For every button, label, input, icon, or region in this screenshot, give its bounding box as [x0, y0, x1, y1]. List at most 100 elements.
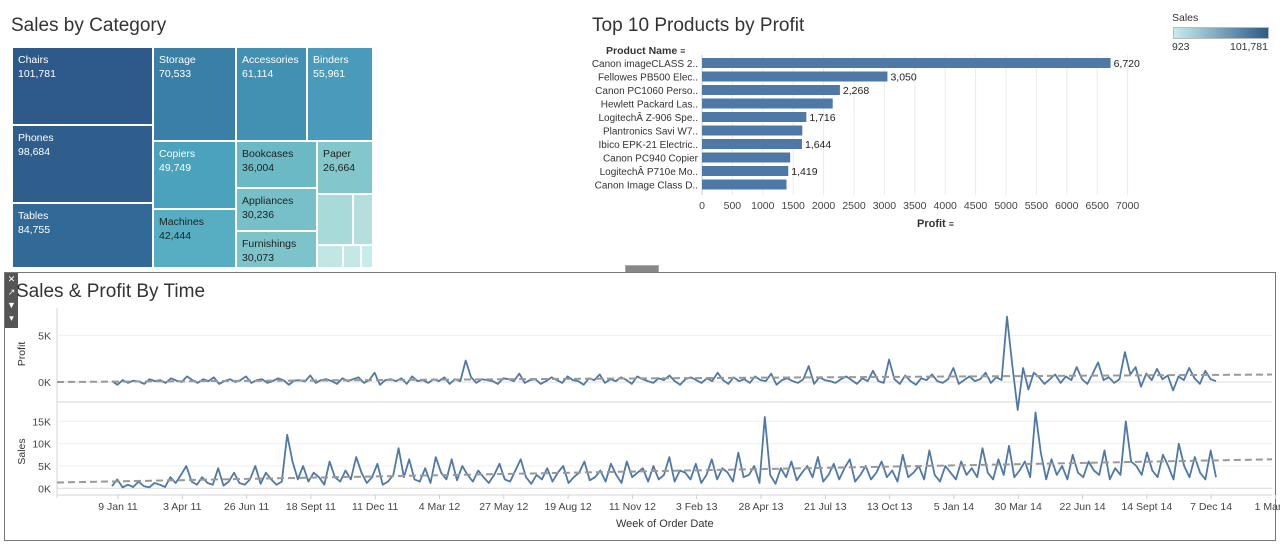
bar-data-label: 1,419 — [791, 166, 817, 178]
treemap-cell-value: 55,961 — [313, 68, 346, 80]
treemap-cell-appliances[interactable]: Appliances 30,236 — [236, 188, 317, 231]
legend-min: 923 — [1172, 41, 1190, 53]
treemap-cell-value: 26,664 — [323, 162, 356, 174]
bar-chart-title: Top 10 Products by Profit — [592, 15, 805, 36]
treemap-cell-storage[interactable]: Storage 70,533 — [153, 47, 236, 141]
bar-x-tick: 6000 — [1055, 200, 1079, 212]
bar-category-label[interactable]: Fellowes PB500 Elec.. — [598, 73, 698, 84]
treemap-cell-phones[interactable]: Phones 98,684 — [12, 125, 153, 203]
bar[interactable] — [702, 179, 787, 190]
treemap-cell-tables[interactable]: Tables 84,755 — [12, 203, 153, 268]
treemap-cell-label: Storage — [159, 54, 196, 66]
bar[interactable] — [702, 85, 840, 95]
bar-x-tick: 4500 — [964, 200, 988, 212]
treemap-cell-bookcases[interactable]: Bookcases 36,004 — [236, 141, 317, 188]
bar-x-tick: 2500 — [842, 200, 866, 212]
treemap-cell-label: Bookcases — [242, 148, 294, 160]
bar-category-label[interactable]: Ibico EPK-21 Electric.. — [599, 140, 698, 151]
treemap-cell-small[interactable] — [343, 245, 361, 268]
treemap-cell-chairs[interactable]: Chairs 101,781 — [12, 47, 153, 125]
time-x-tick: 7 Dec 14 — [1190, 501, 1232, 513]
bar-x-tick: 1000 — [751, 200, 775, 212]
bar-x-tick: 500 — [724, 200, 742, 212]
bar-category-label[interactable]: LogitechÂ Z-906 Spe.. — [598, 111, 698, 124]
bar[interactable] — [702, 125, 803, 136]
bar[interactable] — [702, 58, 1111, 68]
bar-data-label: 1,716 — [809, 112, 835, 124]
time-x-tick: 14 Sept 14 — [1121, 501, 1172, 513]
treemap-cell-paper[interactable]: Paper 26,664 — [317, 141, 373, 194]
bar-data-label: 1,644 — [805, 139, 831, 151]
treemap-cell-value: 42,444 — [159, 230, 192, 242]
time-x-tick: 19 Aug 12 — [544, 501, 591, 513]
treemap-cell-small[interactable] — [353, 194, 373, 245]
treemap-cell-label: Machines — [159, 216, 204, 228]
treemap-cell-small[interactable] — [361, 245, 373, 268]
treemap[interactable]: Chairs 101,781 Phones 98,684 Tables 84,755 Sto… — [12, 47, 373, 268]
treemap-cell-value: 70,533 — [159, 68, 192, 80]
bar-category-label[interactable]: Plantronics Savi W7.. — [603, 127, 698, 138]
bar-x-tick: 2000 — [812, 200, 836, 212]
bar[interactable] — [702, 166, 789, 176]
bar-x-tick: 7000 — [1116, 200, 1140, 212]
legend-max: 101,781 — [1230, 41, 1268, 53]
bar-x-tick: 6500 — [1086, 200, 1110, 212]
treemap-cell-label: Accessories — [242, 54, 299, 66]
treemap-cell-value: 61,114 — [242, 68, 274, 80]
bar-chart: Canon imageCLASS 2.. 6,720 Fellowes PB500 … — [592, 55, 1140, 212]
treemap-cell-accessories[interactable]: Accessories 61,114 — [236, 47, 307, 141]
bar-x-tick: 0 — [699, 200, 705, 212]
time-x-tick: 11 Dec 11 — [352, 501, 398, 513]
time-x-tick: 27 May 12 — [479, 501, 528, 513]
treemap-cell-binders[interactable]: Binders 55,961 — [307, 47, 373, 141]
time-x-tick: 11 Nov 12 — [609, 501, 656, 513]
treemap-cell-label: Copiers — [159, 148, 196, 160]
treemap-cell-value: 30,073 — [242, 252, 275, 264]
bar-x-axis-title[interactable]: Profit ≡ — [917, 218, 954, 230]
treemap-cell-label: Binders — [313, 54, 349, 66]
bar-category-label[interactable]: Canon PC1060 Perso.. — [595, 86, 698, 97]
treemap-cell-copiers[interactable]: Copiers 49,749 — [153, 141, 236, 209]
treemap-cell-label: Paper — [323, 148, 352, 160]
treemap-cell-small[interactable] — [317, 245, 343, 268]
treemap-title: Sales by Category — [11, 15, 167, 36]
bar-category-label[interactable]: Canon imageCLASS 2.. — [592, 59, 698, 70]
treemap-cell-machines[interactable]: Machines 42,444 — [153, 209, 236, 268]
treemap-cell-label: Chairs — [18, 54, 49, 66]
bar[interactable] — [702, 98, 833, 109]
treemap-cell-label: Tables — [18, 210, 49, 222]
treemap-cell-small[interactable] — [317, 194, 353, 245]
bar[interactable] — [702, 152, 791, 163]
time-x-tick: 3 Feb 13 — [676, 501, 718, 513]
bar-category-label[interactable]: LogitechÂ P710e Mo.. — [600, 165, 698, 178]
treemap-cell-label: Phones — [18, 132, 54, 144]
bar-category-label[interactable]: Canon PC940 Copier — [603, 154, 699, 165]
time-x-tick: 13 Oct 13 — [867, 501, 913, 513]
bar-data-label: 3,050 — [890, 72, 916, 84]
sort-icon[interactable]: ≡ — [949, 219, 954, 229]
bar-category-label[interactable]: Hewlett Packard Las.. — [601, 100, 698, 111]
bar[interactable] — [702, 139, 802, 149]
treemap-cell-value: 98,684 — [18, 146, 51, 158]
time-y-tick: 0K — [38, 483, 51, 495]
bar-x-tick: 4000 — [934, 200, 958, 212]
time-x-tick: 21 Jul 13 — [804, 501, 847, 513]
legend-color-ramp — [1173, 27, 1269, 39]
time-x-tick: 5 Jan 14 — [934, 501, 974, 513]
series-line-profit[interactable] — [111, 315, 1217, 411]
bar-category-label[interactable]: Canon Image Class D.. — [595, 181, 698, 192]
bar[interactable] — [702, 112, 807, 122]
time-y-tick: 10K — [32, 439, 51, 451]
time-y-tick: 5K — [38, 461, 51, 473]
series-line-sales[interactable] — [111, 411, 1217, 489]
bar-data-label: 2,268 — [843, 85, 869, 97]
time-x-tick: 9 Jan 11 — [98, 501, 138, 513]
bar-x-axis-title-label: Profit — [917, 218, 946, 230]
time-x-tick: 26 Jun 11 — [224, 501, 270, 513]
time-x-tick: 18 Sept 11 — [286, 501, 336, 513]
bar-x-tick: 3000 — [873, 200, 897, 212]
time-x-tick: 30 Mar 14 — [995, 501, 1042, 513]
bar-x-tick: 1500 — [782, 200, 806, 212]
bar[interactable] — [702, 71, 888, 82]
treemap-cell-furnishings[interactable]: Furnishings 30,073 — [236, 231, 317, 268]
